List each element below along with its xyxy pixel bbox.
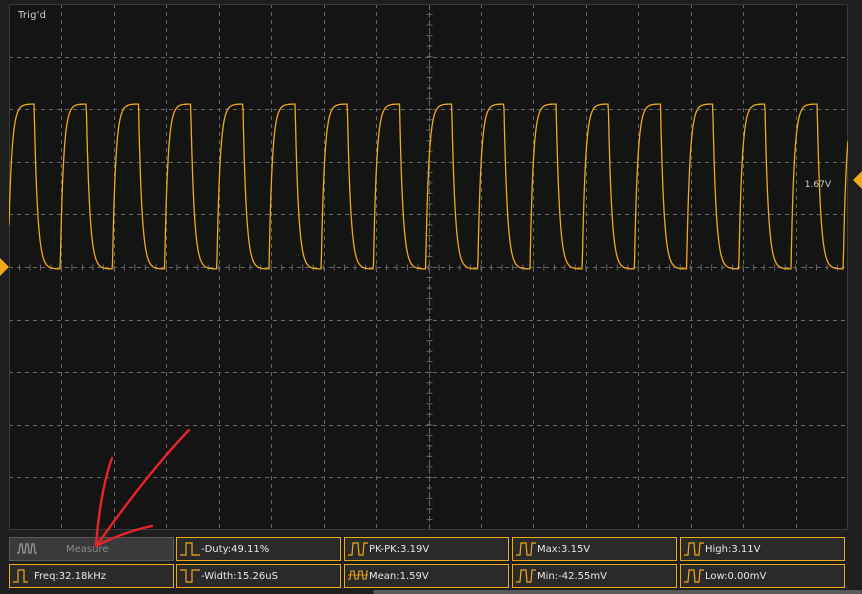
low-icon (684, 569, 704, 583)
trigger-status: Trig'd (18, 10, 47, 21)
neg-width-icon (180, 569, 200, 583)
trigger-level-label: 1.67V (804, 180, 831, 190)
ground-marker-icon[interactable] (0, 258, 9, 276)
measure-button[interactable]: Measure (9, 537, 174, 561)
measurement-max-value: Max:3.15V (537, 543, 591, 555)
duty-icon (180, 542, 200, 556)
measurement-low-value: Low:0.00mV (705, 570, 767, 582)
measurement-high-value: High:3.11V (705, 543, 761, 555)
measure-button-label: Measure (66, 543, 109, 555)
high-icon (684, 542, 704, 556)
waveform-display[interactable] (9, 4, 848, 530)
measurement-min[interactable]: Min:-42.55mV (512, 564, 677, 588)
measurement-pkpk[interactable]: PK-PK:3.19V (344, 537, 509, 561)
channel-trace (9, 103, 848, 270)
measurement-low[interactable]: Low:0.00mV (680, 564, 845, 588)
measurement-duty-value: -Duty:49.11% (201, 543, 270, 555)
measurement-mean-value: Mean:1.59V (369, 570, 429, 582)
mean-icon (348, 570, 368, 580)
max-icon (516, 542, 536, 556)
measurement-panel: Measure -Duty:49.11% PK-PK:3.19V Max:3.1… (0, 534, 862, 594)
scope-screen[interactable]: Trig'd 1.67V (9, 4, 848, 530)
trigger-level-marker-icon[interactable] (848, 171, 862, 189)
grid (9, 4, 848, 530)
measurement-neg-width[interactable]: -Width:15.26uS (176, 564, 341, 588)
measurement-pkpk-value: PK-PK:3.19V (369, 543, 430, 555)
horizontal-scrollbar[interactable] (373, 590, 862, 594)
measurement-freq[interactable]: Freq:32.18kHz (9, 564, 174, 588)
measurement-freq-value: Freq:32.18kHz (34, 570, 106, 582)
measurement-max[interactable]: Max:3.15V (512, 537, 677, 561)
pkpk-icon (348, 542, 368, 556)
measurement-min-value: Min:-42.55mV (537, 570, 607, 582)
measure-wave-icon (17, 543, 37, 554)
measurement-duty[interactable]: -Duty:49.11% (176, 537, 341, 561)
min-icon (516, 569, 536, 583)
measurement-mean[interactable]: Mean:1.59V (344, 564, 509, 588)
measurement-neg-width-value: -Width:15.26uS (201, 570, 278, 582)
measurement-high[interactable]: High:3.11V (680, 537, 845, 561)
freq-icon (13, 569, 28, 583)
